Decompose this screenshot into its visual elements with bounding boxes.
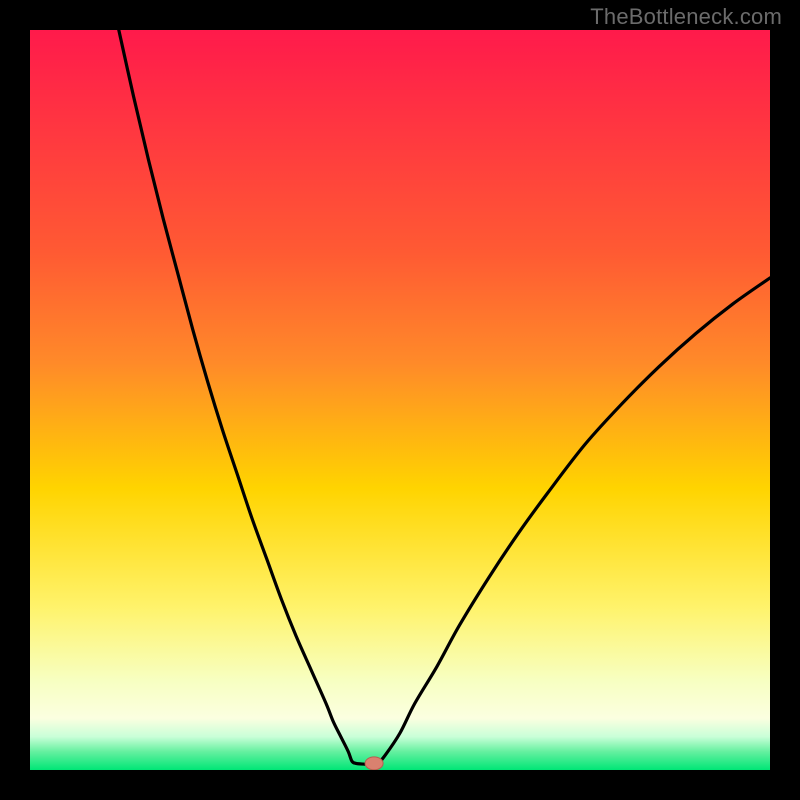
optimum-marker bbox=[365, 757, 383, 770]
chart-svg bbox=[30, 30, 770, 770]
plot-area bbox=[30, 30, 770, 770]
watermark-text: TheBottleneck.com bbox=[590, 4, 782, 30]
chart-frame: TheBottleneck.com bbox=[0, 0, 800, 800]
